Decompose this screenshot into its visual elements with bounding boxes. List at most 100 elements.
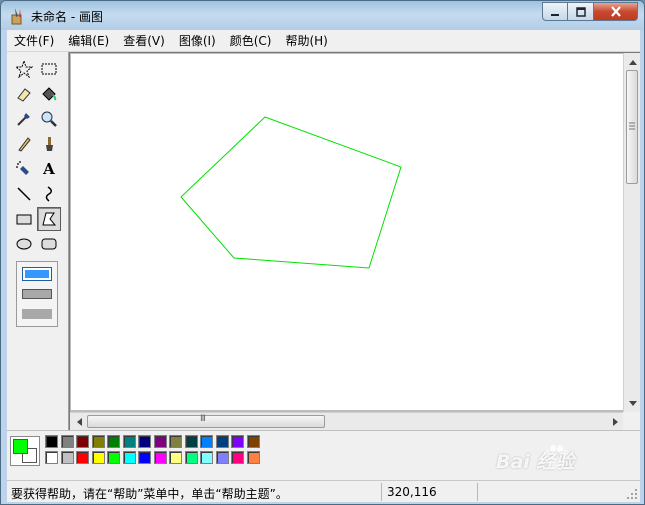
canvas-drawing: [180, 116, 402, 269]
menu-colors[interactable]: 颜色(C): [223, 31, 279, 51]
palette-swatch[interactable]: [215, 451, 229, 464]
menu-edit[interactable]: 编辑(E): [61, 31, 116, 51]
palette-swatch[interactable]: [91, 451, 105, 464]
palette-swatch[interactable]: [107, 435, 120, 448]
palette-swatch[interactable]: [91, 435, 105, 448]
palette-swatch[interactable]: [122, 451, 136, 464]
menu-image[interactable]: 图像(I): [172, 31, 223, 51]
canvas-area: III: [69, 52, 640, 430]
scroll-up-arrow[interactable]: [625, 54, 640, 69]
airbrush-tool[interactable]: [12, 157, 36, 181]
palette-swatch[interactable]: [153, 451, 167, 464]
line-tool[interactable]: [12, 182, 36, 206]
close-icon: [610, 6, 621, 17]
polygon-tool[interactable]: [37, 207, 61, 231]
pencil-tool[interactable]: [12, 132, 36, 156]
eraser-tool[interactable]: [12, 82, 36, 106]
free-form-select-tool[interactable]: [12, 57, 36, 81]
brush-tool[interactable]: [37, 132, 61, 156]
status-divider: [477, 483, 478, 501]
menu-view[interactable]: 查看(V): [116, 31, 172, 51]
palette-swatch[interactable]: [184, 451, 198, 464]
scroll-grip: III: [200, 414, 206, 424]
status-coordinates: 320,116: [387, 485, 437, 499]
close-button[interactable]: [594, 2, 638, 21]
baidu-watermark: Bai 经验: [496, 441, 636, 481]
palette-swatch[interactable]: [231, 435, 244, 448]
ellipse-tool[interactable]: [12, 232, 36, 256]
color-picker-tool[interactable]: [12, 107, 36, 131]
magnifier-tool[interactable]: [37, 107, 61, 131]
window-title: 未命名 - 画图: [31, 10, 103, 24]
arrow-left-icon: [76, 417, 82, 426]
pencil-icon: [18, 137, 31, 152]
palette-swatch[interactable]: [76, 451, 89, 464]
eyedropper-icon: [17, 113, 30, 126]
vertical-scrollbar[interactable]: [623, 53, 640, 413]
horizontal-scroll-thumb[interactable]: III: [87, 414, 325, 428]
polygon-icon: [42, 212, 57, 226]
title-bar[interactable]: 未命名 - 画图: [1, 1, 644, 30]
palette-swatch[interactable]: [45, 435, 58, 448]
menu-file[interactable]: 文件(F): [7, 31, 61, 51]
eraser-icon: [17, 88, 31, 102]
rect-select-tool[interactable]: [37, 57, 61, 81]
palette-swatch[interactable]: [107, 451, 120, 464]
grip-icon: [629, 122, 635, 130]
scroll-right-arrow[interactable]: [608, 414, 623, 429]
palette-swatch[interactable]: [215, 435, 229, 448]
palette-swatch[interactable]: [122, 435, 136, 448]
ellipse-icon: [16, 238, 32, 250]
star-select-icon: [15, 60, 33, 78]
paint-app-icon: [11, 8, 22, 25]
horizontal-scrollbar[interactable]: III: [70, 412, 625, 430]
scroll-left-arrow[interactable]: [71, 414, 86, 429]
drawing-canvas[interactable]: [71, 54, 624, 410]
scroll-down-arrow[interactable]: [625, 396, 640, 411]
fill-option-outline[interactable]: [22, 267, 52, 281]
palette-swatch[interactable]: [169, 451, 182, 464]
maximize-button[interactable]: [568, 2, 594, 21]
maximize-icon: [575, 6, 586, 17]
palette-swatch[interactable]: [246, 451, 260, 464]
palette-swatch[interactable]: [200, 451, 213, 464]
paint-bucket-icon: [42, 87, 57, 101]
palette-swatch[interactable]: [45, 451, 58, 464]
palette-swatch[interactable]: [231, 451, 244, 464]
magnifier-icon: [41, 111, 57, 127]
airbrush-icon: [16, 161, 29, 175]
curve-tool[interactable]: [37, 182, 61, 206]
palette-swatch[interactable]: [76, 435, 89, 448]
arrow-down-icon: [628, 400, 637, 406]
palette-swatch[interactable]: [169, 435, 182, 448]
status-bar: 要获得帮助，请在“帮助”菜单中，单击“帮助主题”。 320,116: [7, 480, 640, 502]
menu-help[interactable]: 帮助(H): [278, 31, 334, 51]
current-colors[interactable]: [10, 436, 40, 466]
palette-swatch[interactable]: [246, 435, 260, 448]
palette-swatch[interactable]: [184, 435, 198, 448]
status-help-text: 要获得帮助，请在“帮助”菜单中，单击“帮助主题”。: [11, 487, 288, 501]
palette-swatch[interactable]: [60, 451, 74, 464]
paint-window: 未命名 - 画图 文件(F) 编辑(E) 查看(V) 图像(I) 颜色(C) 帮…: [0, 0, 645, 505]
resize-grip-icon[interactable]: [626, 488, 638, 500]
scrollbar-corner: [623, 412, 640, 430]
vertical-scroll-thumb[interactable]: [626, 70, 638, 184]
fill-tool[interactable]: [37, 82, 61, 106]
caption-buttons: [542, 2, 638, 22]
arrow-right-icon: [612, 417, 618, 426]
text-tool[interactable]: A: [37, 157, 61, 181]
fill-option-outline-fill[interactable]: [22, 289, 52, 299]
rounded-rect-tool[interactable]: [37, 232, 61, 256]
fill-option-fill-only[interactable]: [22, 309, 52, 319]
palette-swatch[interactable]: [153, 435, 167, 448]
palette-swatch[interactable]: [60, 435, 74, 448]
tool-options: [16, 261, 58, 327]
palette-swatch[interactable]: [200, 435, 213, 448]
minimize-button[interactable]: [542, 2, 568, 21]
palette-swatch[interactable]: [138, 435, 151, 448]
palette-swatch[interactable]: [138, 451, 151, 464]
client-area: A III: [7, 52, 640, 480]
rounded-rect-icon: [41, 238, 57, 250]
rectangle-tool[interactable]: [12, 207, 36, 231]
curve-icon: [45, 186, 52, 202]
